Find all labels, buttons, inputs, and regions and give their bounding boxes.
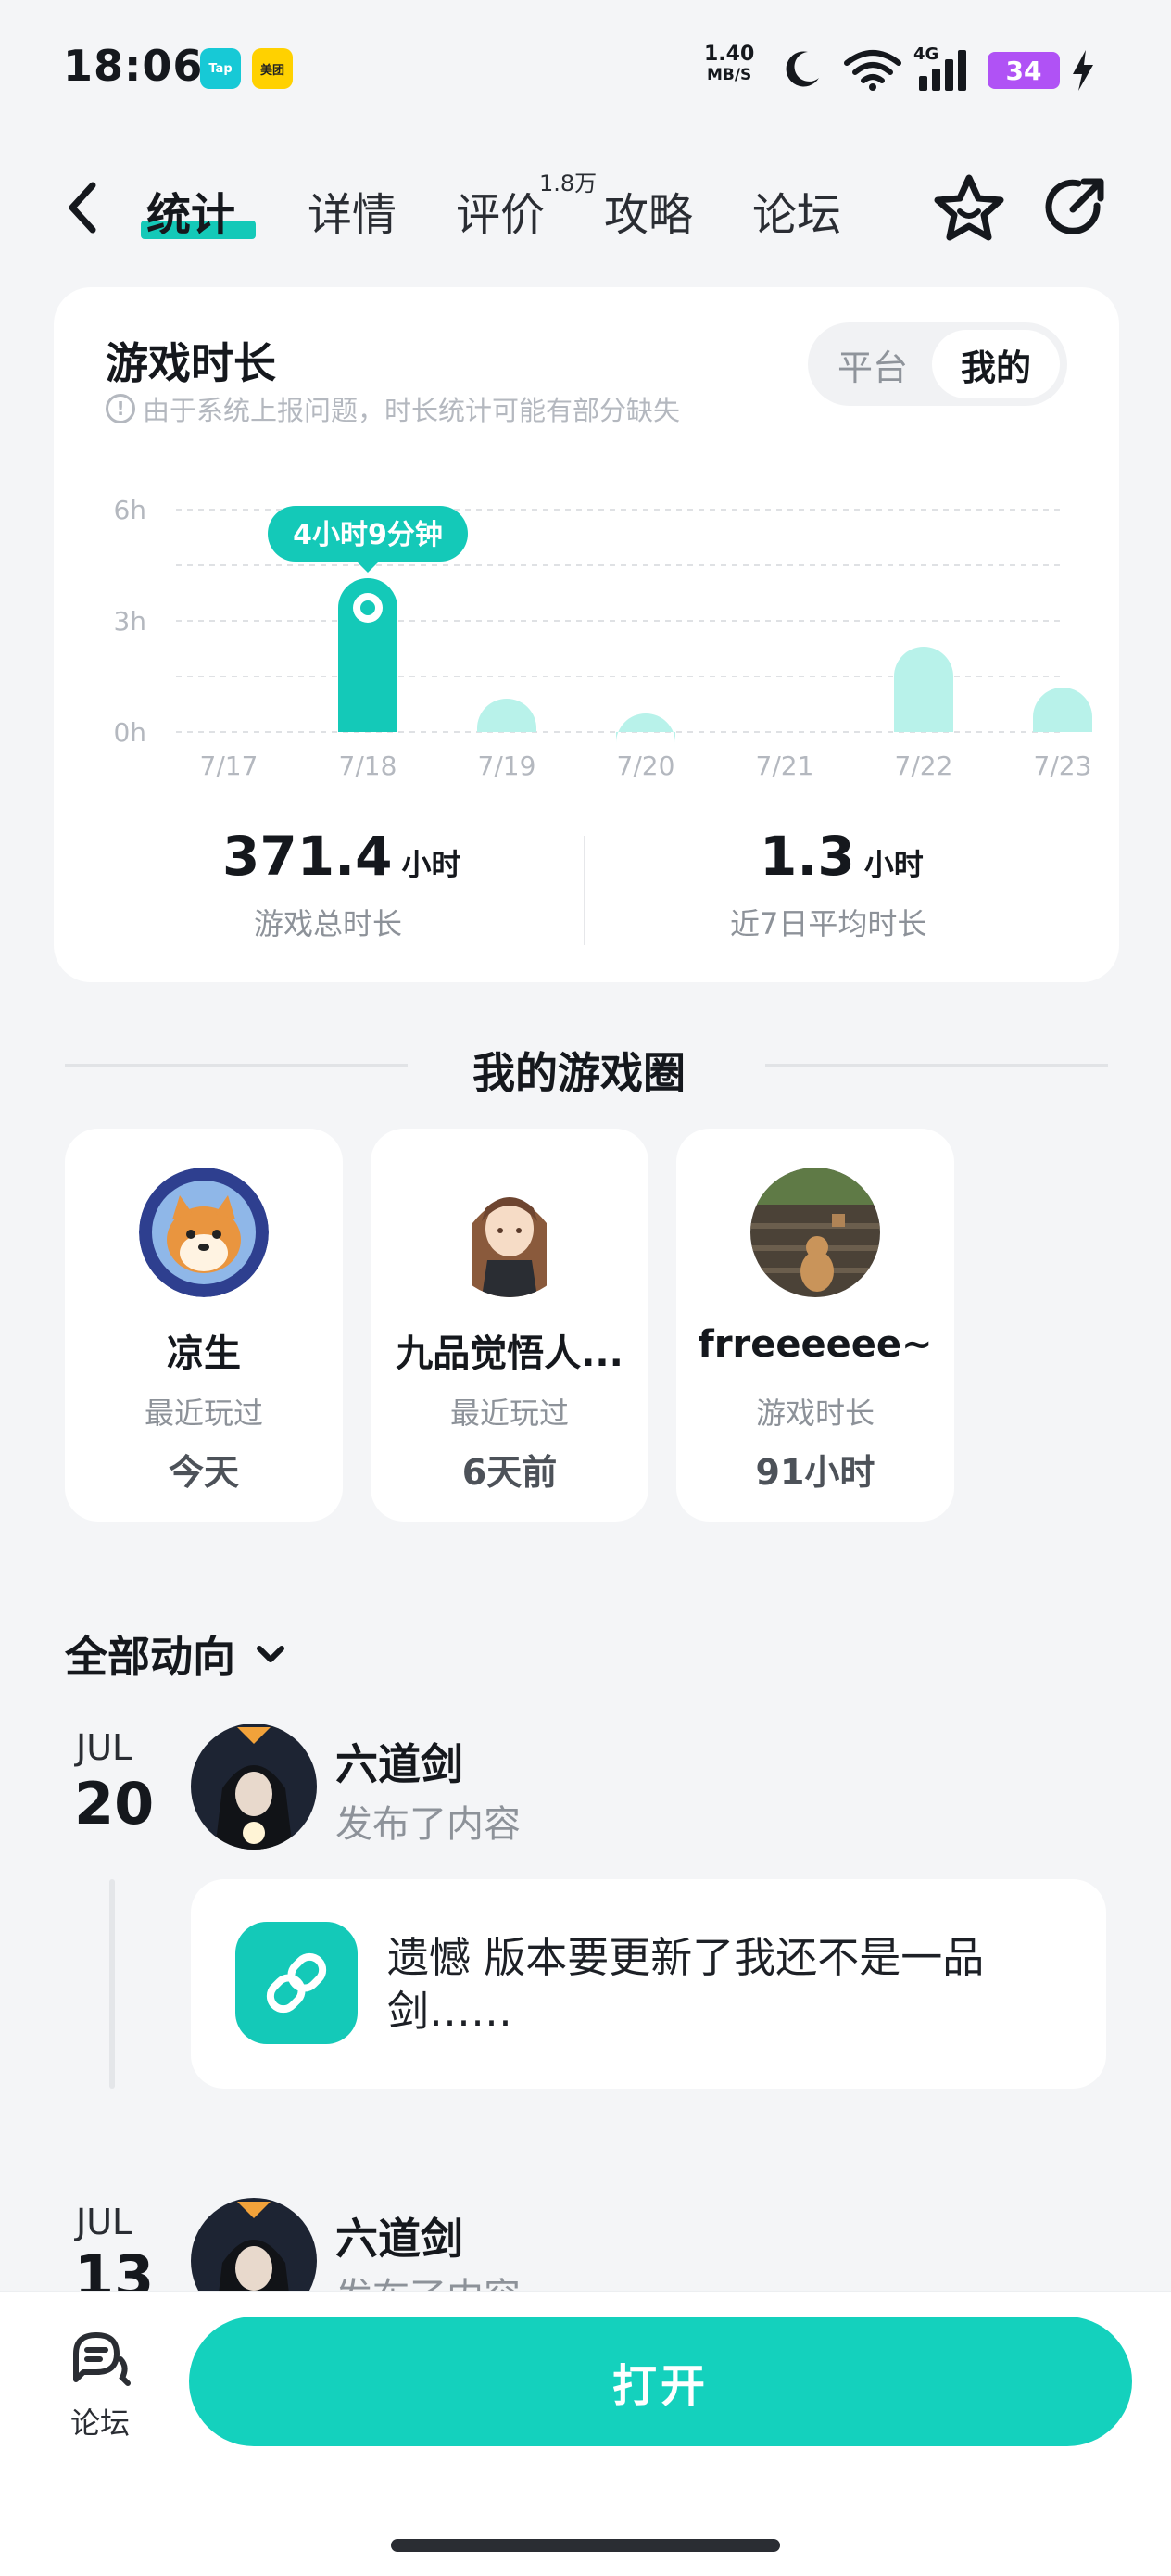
friend-name: 九品觉悟人... (396, 1332, 623, 1375)
share-icon[interactable] (1041, 174, 1108, 241)
post-month: JUL (76, 2202, 132, 2242)
link-icon (235, 1922, 358, 2044)
signal-icon (919, 50, 966, 91)
chart-bar (1033, 688, 1092, 732)
y-tick-label: 6h (113, 495, 146, 525)
post-month: JUL (76, 1727, 132, 1768)
feed-title: 全部动向 (65, 1632, 235, 1682)
section-line-left (65, 1064, 408, 1067)
timeline-line (109, 1879, 115, 2089)
avg-unit: 小时 (863, 847, 924, 882)
net-speed-value: 1.40 (704, 43, 755, 66)
forum-label[interactable]: 论坛 (70, 2400, 130, 2443)
status-time: 18:06 (63, 41, 204, 91)
post-text[interactable]: 遗憾 版本要更新了我还不是一品剑…… (387, 1931, 1054, 2039)
section-line-right (765, 1064, 1108, 1067)
playtime-title: 游戏时长 (106, 338, 276, 388)
meituan-app-icon: 美团 (252, 48, 293, 89)
tab-guides[interactable]: 攻略 (604, 178, 693, 243)
friend-value: 91小时 (755, 1452, 875, 1493)
friend-name: frreeeeee~ (698, 1323, 933, 1366)
chevron-down-icon (257, 1646, 284, 1662)
x-tick-label: 7/19 (478, 751, 536, 781)
friend-value: 6天前 (461, 1452, 558, 1493)
wifi-icon (844, 50, 901, 91)
charging-icon (1073, 50, 1093, 91)
friend-label: 最近玩过 (144, 1395, 263, 1431)
avatar (139, 1168, 269, 1297)
total-caption: 游戏总时长 (254, 906, 403, 941)
friend-value: 今天 (168, 1452, 239, 1493)
net-speed-unit: MB/S (706, 66, 752, 84)
total-unit: 小时 (401, 847, 461, 882)
tooltip-pointer (357, 562, 379, 573)
x-tick-label: 7/20 (617, 751, 675, 781)
y-tick-label: 3h (113, 606, 146, 637)
friend-label: 游戏时长 (755, 1395, 875, 1431)
friend-card[interactable]: 凉生 最近玩过 今天 (65, 1129, 343, 1522)
x-tick-label: 7/17 (200, 751, 258, 781)
friend-card[interactable]: 九品觉悟人... 最近玩过 6天前 (371, 1129, 648, 1522)
chart-bar (477, 699, 536, 732)
x-tick-label: 7/21 (756, 751, 814, 781)
avatar (445, 1168, 574, 1297)
friend-name: 凉生 (167, 1332, 241, 1375)
battery-indicator: 34 (988, 52, 1060, 89)
open-game-button[interactable]: 打开 (189, 2317, 1132, 2446)
chart-bar (616, 713, 675, 743)
avg-caption: 近7日平均时长 (730, 906, 927, 941)
tooltip-text: 4小时9分钟 (293, 519, 443, 551)
x-tick-label: 7/22 (895, 751, 953, 781)
post-action: 发布了内容 (335, 1803, 521, 1846)
post-author[interactable]: 六道剑 (335, 2205, 463, 2267)
info-icon: ! (106, 394, 135, 423)
star-face-icon[interactable] (932, 172, 1006, 243)
taptap-app-icon: Tap (200, 48, 241, 89)
avatar (750, 1168, 880, 1297)
toggle-mine[interactable]: 我的 (932, 330, 1060, 398)
chart-bar (894, 647, 953, 732)
notice-text: 由于系统上报问题，时长统计可能有部分缺失 (143, 395, 681, 426)
stats-divider (584, 836, 586, 945)
friend-label: 最近玩过 (449, 1395, 569, 1431)
total-playtime: 371.4 小时 (222, 825, 460, 888)
tab-forum[interactable]: 论坛 (752, 178, 841, 243)
friend-card[interactable]: frreeeeee~ 游戏时长 91小时 (676, 1129, 954, 1522)
post-day: 20 (74, 1770, 155, 1837)
playtime-notice: ! 由于系统上报问题，时长统计可能有部分缺失 (106, 389, 680, 428)
x-tick-label: 7/23 (1034, 751, 1092, 781)
tab-stats[interactable]: 统计 (146, 178, 235, 243)
avg-playtime: 1.3 小时 (760, 825, 924, 888)
x-tick-label: 7/18 (339, 751, 397, 781)
playtime-chart: 6h 3h 0h 7/17 4小时9分钟 7/18 7/19 7/20 7/21 7/22 7/23 (113, 495, 1092, 781)
feed-filter-dropdown[interactable]: 全部动向 (65, 1623, 289, 1685)
bar-marker-dot (360, 600, 375, 615)
tab-details[interactable]: 详情 (308, 178, 397, 243)
reviews-count-badge: 1.8万 (539, 170, 598, 196)
tab-reviews[interactable]: 评价 (456, 178, 545, 243)
moon-icon (786, 51, 819, 87)
avatar[interactable] (191, 1724, 317, 1850)
home-indicator[interactable] (391, 2539, 780, 2552)
toggle-platform[interactable]: 平台 (808, 322, 938, 406)
back-icon[interactable] (65, 180, 102, 235)
forum-icon[interactable] (67, 2326, 133, 2393)
y-tick-label: 0h (113, 717, 146, 748)
game-circle-title: 我的游戏圈 (472, 1048, 686, 1098)
scope-toggle[interactable]: 平台 我的 (808, 322, 1067, 406)
total-value: 371.4 (222, 825, 393, 888)
avg-value: 1.3 (760, 825, 855, 888)
post-author[interactable]: 六道剑 (335, 1731, 463, 1792)
net-speed: 1.40 MB/S (704, 44, 754, 85)
